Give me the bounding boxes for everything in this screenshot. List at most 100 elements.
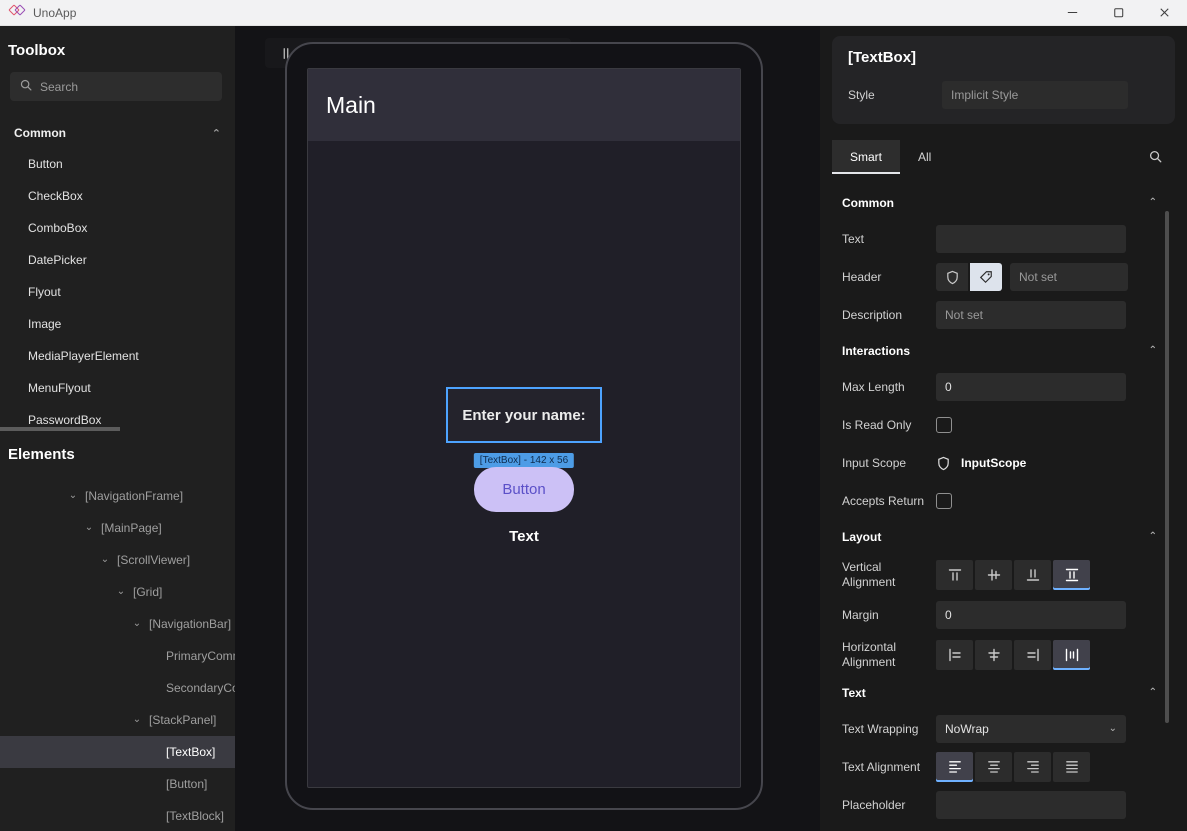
row-max-length: Max Length	[820, 368, 1187, 406]
text-align-right-button[interactable]	[1014, 752, 1051, 782]
toolbox-item-checkbox[interactable]: CheckBox	[0, 180, 235, 212]
maximize-icon	[1111, 5, 1126, 20]
max-length-input[interactable]	[936, 373, 1126, 401]
text-input[interactable]	[936, 225, 1126, 253]
align-center-horizontal-icon	[986, 647, 1002, 663]
tree-item-grid[interactable]: ⌄ [Grid]	[0, 576, 235, 608]
chevron-up-icon[interactable]: ⌃	[212, 128, 221, 139]
search-input[interactable]	[40, 80, 190, 94]
align-right-button[interactable]	[1014, 640, 1051, 670]
align-bottom-button[interactable]	[1014, 560, 1051, 590]
props-search-icon[interactable]	[1148, 149, 1163, 167]
tree-item-secondarycommands[interactable]: SecondaryCommands	[0, 672, 235, 704]
chevron-up-icon[interactable]: ⌃	[1149, 198, 1157, 208]
header-input[interactable]	[1010, 263, 1128, 291]
tree-item-button[interactable]: [Button]	[0, 768, 235, 800]
is-read-only-checkbox[interactable]	[936, 417, 952, 433]
app-logo-icon	[10, 6, 26, 20]
section-common[interactable]: Common ⌃	[820, 186, 1187, 220]
toolbox-item-image[interactable]: Image	[0, 308, 235, 340]
header-resource-button[interactable]	[936, 263, 968, 291]
chevron-down-icon[interactable]: ⌄	[82, 523, 96, 533]
preview-button-label: Button	[502, 481, 545, 498]
style-row: Style	[848, 81, 1159, 109]
style-input[interactable]	[942, 81, 1128, 109]
chevron-down-icon[interactable]: ⌄	[98, 555, 112, 565]
titlebar: UnoApp	[0, 0, 1187, 26]
align-left-button[interactable]	[936, 640, 973, 670]
minimize-button[interactable]	[1049, 0, 1095, 25]
tree-item-navigationbar[interactable]: ⌄ [NavigationBar]	[0, 608, 235, 640]
text-wrapping-dropdown[interactable]: NoWrap ⌄	[936, 715, 1126, 743]
chevron-down-icon[interactable]: ⌄	[114, 587, 128, 597]
row-text: Text	[820, 220, 1187, 258]
toolbox-item-combobox[interactable]: ComboBox	[0, 212, 235, 244]
is-read-only-label: Is Read Only	[842, 418, 936, 433]
toolbox-item-datepicker[interactable]: DatePicker	[0, 244, 235, 276]
row-margin: Margin	[820, 596, 1187, 634]
toolbox-item-passwordbox[interactable]: PasswordBox	[0, 404, 235, 436]
toolbox-item-flyout[interactable]: Flyout	[0, 276, 235, 308]
maximize-button[interactable]	[1095, 0, 1141, 25]
section-layout[interactable]: Layout ⌃	[820, 520, 1187, 554]
accepts-return-checkbox[interactable]	[936, 493, 952, 509]
preview-textblock[interactable]: Text	[509, 528, 539, 545]
margin-input[interactable]	[936, 601, 1126, 629]
chevron-up-icon[interactable]: ⌃	[1149, 346, 1157, 356]
tab-all[interactable]: All	[900, 140, 949, 174]
section-interactions[interactable]: Interactions ⌃	[820, 334, 1187, 368]
tree-item-textbox-selected[interactable]: [TextBox]	[0, 736, 235, 768]
chevron-up-icon[interactable]: ⌃	[1149, 532, 1157, 542]
tree-item-primarycommands[interactable]: PrimaryCommands	[0, 640, 235, 672]
text-align-justify-button[interactable]	[1053, 752, 1090, 782]
description-input[interactable]	[936, 301, 1126, 329]
align-center-vertical-button[interactable]	[975, 560, 1012, 590]
toolbox-search[interactable]	[10, 72, 222, 101]
row-description: Description	[820, 296, 1187, 334]
search-icon	[19, 78, 33, 95]
text-wrapping-label: Text Wrapping	[842, 722, 936, 737]
toolbox-item-mediaplayerelement[interactable]: MediaPlayerElement	[0, 340, 235, 372]
chevron-down-icon[interactable]: ⌄	[130, 715, 144, 725]
header-literal-button[interactable]	[970, 263, 1002, 291]
tree-item-textblock[interactable]: [TextBlock]	[0, 800, 235, 831]
tree-item-stackpanel[interactable]: ⌄ [StackPanel]	[0, 704, 235, 736]
placeholder-label: Placeholder	[842, 798, 936, 813]
toolbox-item-menuflyout[interactable]: MenuFlyout	[0, 372, 235, 404]
text-align-right-icon	[1025, 759, 1041, 775]
chevron-down-icon[interactable]: ⌄	[66, 491, 80, 501]
input-scope-value[interactable]: InputScope	[961, 456, 1026, 470]
text-align-center-button[interactable]	[975, 752, 1012, 782]
preview-navigationbar[interactable]: Main	[308, 69, 740, 141]
window-controls	[1049, 0, 1187, 25]
close-button[interactable]	[1141, 0, 1187, 25]
tree-item-mainpage[interactable]: ⌄ [MainPage]	[0, 512, 235, 544]
tree-item-scrollviewer[interactable]: ⌄ [ScrollViewer]	[0, 544, 235, 576]
toolbox-horizontal-scrollbar[interactable]	[0, 427, 120, 431]
align-top-button[interactable]	[936, 560, 973, 590]
stretch-vertical-button[interactable]	[1053, 560, 1090, 590]
stretch-horizontal-button[interactable]	[1053, 640, 1090, 670]
selected-element-name: [TextBox]	[848, 49, 1159, 66]
chevron-down-icon[interactable]: ⌄	[130, 619, 144, 629]
align-center-vertical-icon	[986, 567, 1002, 583]
shield-icon	[945, 270, 960, 285]
toolbox-section-label: Common	[14, 126, 66, 140]
tag-icon	[979, 270, 993, 284]
preview-textbox-selected[interactable]: Enter your name:	[446, 387, 602, 443]
device-frame: Main Enter your name: [TextBox] - 142 x …	[285, 42, 763, 810]
tree-item-navigationframe[interactable]: ⌄ [NavigationFrame]	[0, 480, 235, 512]
chevron-up-icon[interactable]: ⌃	[1149, 688, 1157, 698]
toolbox-item-button[interactable]: Button	[0, 148, 235, 180]
tree-item-label: [NavigationBar]	[149, 617, 231, 631]
text-align-left-button[interactable]	[936, 752, 973, 782]
close-icon	[1157, 5, 1172, 20]
align-bottom-icon	[1025, 567, 1041, 583]
section-text[interactable]: Text ⌃	[820, 676, 1187, 710]
tab-smart[interactable]: Smart	[832, 140, 900, 174]
toolbox-section-common[interactable]: Common ⌃	[0, 118, 235, 148]
props-vertical-scrollbar[interactable]	[1165, 211, 1169, 723]
placeholder-input[interactable]	[936, 791, 1126, 819]
preview-button[interactable]: Button	[474, 467, 574, 512]
align-center-horizontal-button[interactable]	[975, 640, 1012, 670]
